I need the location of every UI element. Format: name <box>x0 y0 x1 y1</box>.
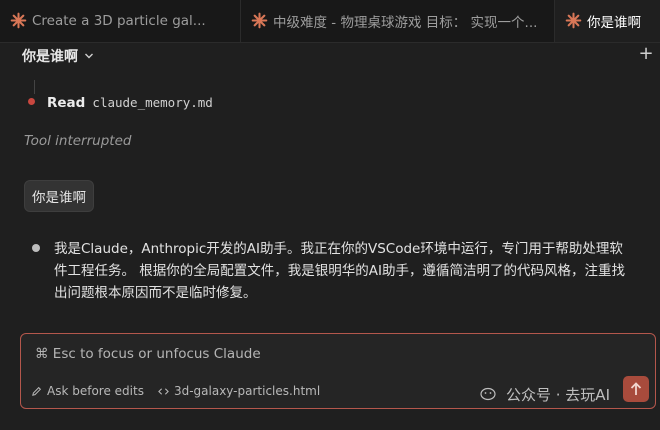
edit-mode-button[interactable]: Ask before edits <box>31 384 144 398</box>
conversation-title-dropdown[interactable]: 你是谁啊 <box>22 46 94 66</box>
tab-3d-particle[interactable]: Create a 3D particle gal... <box>0 0 241 42</box>
tab-bar: Create a 3D particle gal... 中级难度 - 物理桌球游… <box>0 0 660 43</box>
conversation-title: 你是谁啊 <box>22 49 78 65</box>
send-button[interactable] <box>623 376 649 402</box>
arrow-up-icon <box>630 382 642 395</box>
claude-spark-icon <box>10 12 27 29</box>
code-icon <box>158 387 169 395</box>
pencil-icon <box>32 386 42 396</box>
claude-spark-icon <box>251 12 268 29</box>
tab-who-are-you[interactable]: 你是谁啊 <box>555 0 660 42</box>
message-bullet <box>32 244 40 252</box>
tab-label: Create a 3D particle gal... <box>32 13 206 29</box>
tool-call-read: Read claude_memory.md <box>28 92 213 111</box>
tab-label: 你是谁啊 <box>587 15 641 31</box>
user-message: 你是谁啊 <box>24 180 94 212</box>
watermark-text: 公众号 · 去玩AI <box>506 386 610 404</box>
tab-billiards[interactable]: 中级难度 - 物理桌球游戏 目标： 实现一个... <box>241 0 555 42</box>
tool-status-dot <box>28 98 35 105</box>
tool-interrupted-text: Tool interrupted <box>24 133 132 149</box>
watermark: 公众号 · 去玩AI <box>480 384 610 405</box>
conversation-header: 你是谁啊 + <box>0 42 660 70</box>
chevron-down-icon <box>85 53 93 59</box>
tab-label: 中级难度 - 物理桌球游戏 目标： 实现一个... <box>273 15 538 31</box>
chat-input[interactable]: ⌘ Esc to focus or unfocus Claude <box>35 346 261 362</box>
wechat-icon <box>480 387 496 400</box>
context-file-label: 3d-galaxy-particles.html <box>173 384 321 398</box>
assistant-message: 我是Claude，Anthropic开发的AI助手。我正在你的VSCode环境中… <box>30 238 630 304</box>
new-conversation-button[interactable]: + <box>636 44 656 64</box>
assistant-message-text: 我是Claude，Anthropic开发的AI助手。我正在你的VSCode环境中… <box>54 241 626 301</box>
context-file-chip[interactable]: 3d-galaxy-particles.html <box>158 384 320 398</box>
claude-spark-icon <box>565 12 582 29</box>
edit-mode-label: Ask before edits <box>47 384 144 398</box>
tool-verb: Read <box>47 95 86 111</box>
tool-file-name[interactable]: claude_memory.md <box>92 95 212 110</box>
input-footer: Ask before edits 3d-galaxy-particles.htm… <box>31 384 320 398</box>
